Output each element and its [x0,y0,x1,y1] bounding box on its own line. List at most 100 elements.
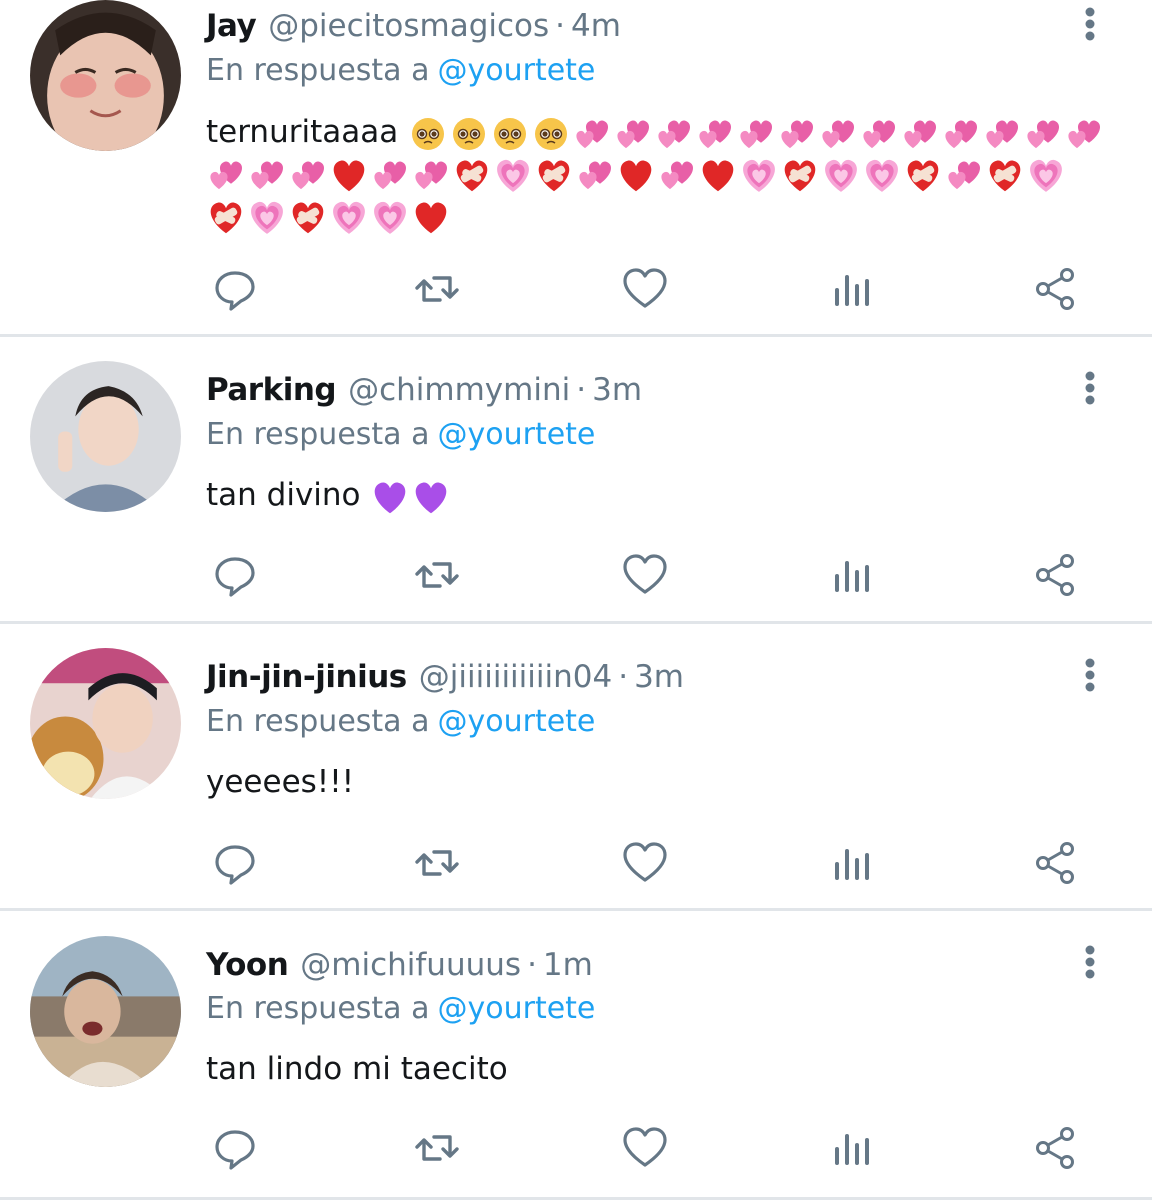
mending-heart-emoji [206,197,246,237]
reply-icon[interactable] [210,264,260,314]
two-hearts-emoji [941,114,981,154]
reply-icon[interactable] [210,838,260,888]
mending-heart-emoji [903,155,943,195]
like-icon[interactable] [620,550,670,600]
two-hearts-emoji [777,114,817,154]
mending-heart-emoji [452,155,492,195]
author-handle[interactable]: @michifuuuus [300,947,521,983]
tweet-text-content: tan lindo mi taecito [206,1051,508,1087]
reply-prefix: En respuesta a [206,417,430,452]
reply-icon[interactable] [210,550,260,600]
like-icon[interactable] [620,1123,670,1173]
reply-prefix: En respuesta a [206,991,430,1026]
more-options-icon[interactable] [1076,368,1104,408]
tweet-text: ternuritaaaa [206,112,1106,237]
red-heart-emoji [411,197,451,237]
pleading-emoji [408,114,448,154]
analytics-icon[interactable] [826,1123,876,1173]
share-icon[interactable] [1030,264,1080,314]
two-hearts-emoji [736,114,776,154]
share-icon[interactable] [1030,550,1080,600]
retweet-icon[interactable] [412,1123,462,1173]
analytics-icon[interactable] [826,550,876,600]
tweet[interactable]: Jay @piecitosmagicos · 4m En respuesta a @yo… [0,0,1152,334]
reply-context: En respuesta a @yourtete [206,415,595,455]
tweet[interactable]: Jin-jin-jinius @jiiiiiiiiiiin04 · 3m En res… [0,624,1152,908]
analytics-icon[interactable] [826,838,876,888]
two-hearts-emoji [818,114,858,154]
retweet-icon[interactable] [412,550,462,600]
avatar[interactable] [30,361,181,512]
mending-heart-emoji [780,155,820,195]
reply-icon[interactable] [210,1123,260,1173]
red-heart-emoji [616,155,656,195]
growing-heart-emoji [370,197,410,237]
two-hearts-emoji [900,114,940,154]
analytics-icon[interactable] [826,264,876,314]
timestamp[interactable]: 3m [592,372,642,408]
two-hearts-emoji [411,155,451,195]
two-hearts-emoji [572,114,612,154]
red-heart-emoji [698,155,738,195]
two-hearts-emoji [1064,114,1104,154]
reply-mention[interactable]: @yourtete [437,991,595,1026]
avatar[interactable] [30,0,181,151]
more-options-icon[interactable] [1076,4,1104,44]
retweet-icon[interactable] [412,264,462,314]
purple-heart-emoji [411,477,451,517]
tweet[interactable]: Yoon @michifuuuus · 1m En respuesta a @yourt… [0,911,1152,1200]
author-name[interactable]: Parking [206,372,337,408]
author-handle[interactable]: @chimmymini [348,372,570,408]
avatar[interactable] [30,936,181,1087]
tweet[interactable]: Parking @chimmymini · 3m En respuesta a @you… [0,337,1152,621]
retweet-icon[interactable] [412,838,462,888]
two-hearts-emoji [247,155,287,195]
two-hearts-emoji [206,155,246,195]
pleading-emoji [531,114,571,154]
red-heart-emoji [329,155,369,195]
two-hearts-emoji [982,114,1022,154]
reply-mention[interactable]: @yourtete [437,417,595,452]
timestamp[interactable]: 4m [571,8,621,44]
two-hearts-emoji [944,155,984,195]
timestamp[interactable]: 3m [634,659,684,695]
timestamp[interactable]: 1m [543,947,593,983]
action-bar [0,1123,1152,1173]
reply-context: En respuesta a @yourtete [206,702,595,742]
like-icon[interactable] [620,838,670,888]
author-name[interactable]: Jin-jin-jinius [206,659,407,695]
two-hearts-emoji [613,114,653,154]
more-options-icon[interactable] [1076,942,1104,982]
emoji-row [370,477,452,513]
two-hearts-emoji [1023,114,1063,154]
action-bar [0,550,1152,600]
share-icon[interactable] [1030,838,1080,888]
two-hearts-emoji [695,114,735,154]
tweet-text-content: tan divino [206,477,361,513]
reply-context: En respuesta a @yourtete [206,51,595,91]
tweet-text-content: ternuritaaaa [206,114,399,150]
share-icon[interactable] [1030,1123,1080,1173]
author-name[interactable]: Jay [206,8,257,44]
growing-heart-emoji [329,197,369,237]
like-icon[interactable] [620,264,670,314]
more-options-icon[interactable] [1076,655,1104,695]
reply-mention[interactable]: @yourtete [437,704,595,739]
author-handle[interactable]: @jiiiiiiiiiiin04 [419,659,612,695]
avatar[interactable] [30,648,181,799]
author-name[interactable]: Yoon [206,947,289,983]
tweet-text-content: yeeees!!! [206,764,355,800]
two-hearts-emoji [654,114,694,154]
two-hearts-emoji [575,155,615,195]
separator: · [555,8,566,44]
separator: · [576,372,587,408]
tweet-text: tan lindo mi taecito [206,1049,1106,1089]
action-bar [0,838,1152,888]
reply-prefix: En respuesta a [206,704,430,739]
pleading-emoji [449,114,489,154]
tweet-text: tan divino [206,475,1106,517]
mending-heart-emoji [534,155,574,195]
reply-mention[interactable]: @yourtete [437,53,595,88]
author-handle[interactable]: @piecitosmagicos [268,8,549,44]
separator: · [527,947,537,983]
